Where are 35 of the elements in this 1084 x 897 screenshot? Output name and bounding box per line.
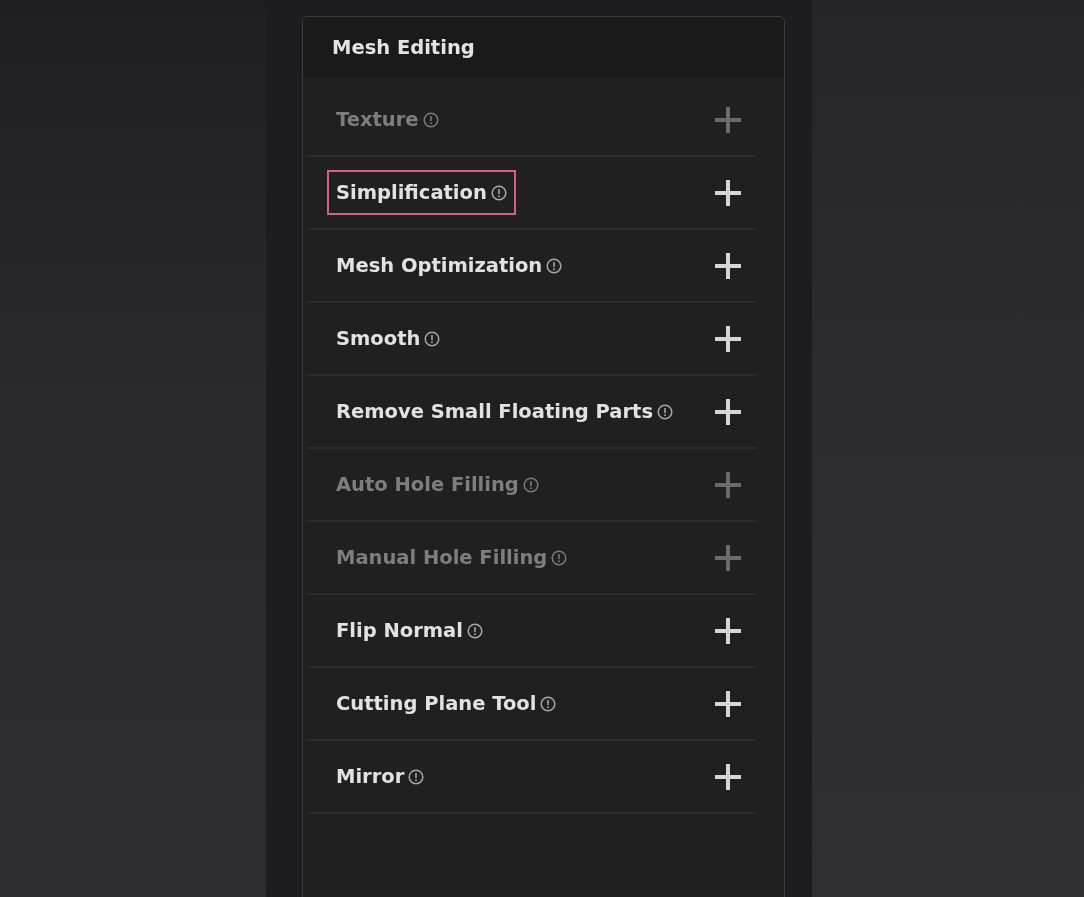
section-label[interactable]: Cutting Plane Tool	[336, 692, 537, 715]
section-label[interactable]: Mesh Optimization	[336, 254, 543, 277]
exclamation-icon[interactable]	[657, 403, 674, 420]
section-label[interactable]: Smooth	[336, 327, 421, 350]
plus-icon	[715, 179, 741, 206]
plus-icon	[715, 325, 741, 352]
exclamation-icon[interactable]	[522, 476, 539, 493]
exclamation-icon[interactable]	[408, 768, 425, 785]
section-label[interactable]: Remove Small Floating Parts	[336, 400, 654, 423]
expand-button[interactable]	[715, 252, 741, 279]
section-label[interactable]: Simplification	[336, 181, 487, 204]
exclamation-icon[interactable]	[546, 257, 563, 274]
exclamation-icon[interactable]	[551, 549, 568, 566]
exclamation-icon[interactable]	[540, 695, 557, 712]
exclamation-icon[interactable]	[466, 622, 483, 639]
exclamation-icon[interactable]	[424, 330, 441, 347]
expand-button[interactable]	[715, 763, 741, 790]
plus-icon	[715, 617, 741, 644]
plus-icon	[715, 690, 741, 717]
expand-button[interactable]	[715, 690, 741, 717]
plus-icon	[715, 252, 741, 279]
exclamation-icon[interactable]	[422, 111, 439, 128]
plus-icon	[715, 544, 741, 571]
exclamation-icon[interactable]	[490, 184, 507, 201]
expand-button[interactable]	[715, 325, 741, 352]
plus-icon	[715, 471, 741, 498]
expand-button[interactable]	[715, 179, 741, 206]
panel-title: Mesh Editing	[303, 17, 784, 77]
plus-icon	[715, 763, 741, 790]
expand-button[interactable]	[715, 617, 741, 644]
section-label[interactable]: Flip Normal	[336, 619, 463, 642]
plus-icon	[715, 106, 741, 133]
expand-button[interactable]	[715, 398, 741, 425]
plus-icon	[715, 398, 741, 425]
section-label[interactable]: Mirror	[336, 765, 405, 788]
